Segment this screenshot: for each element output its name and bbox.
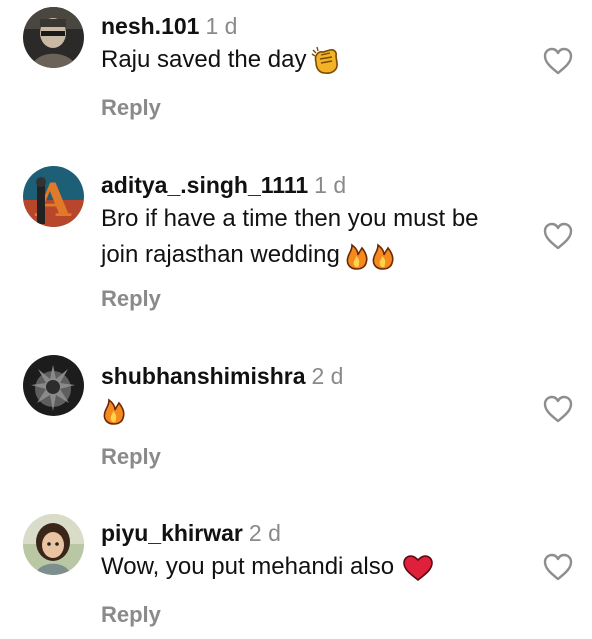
comment-meta: shubhanshimishra 2 d	[101, 362, 522, 390]
avatar[interactable]: A	[23, 166, 84, 227]
username[interactable]: shubhanshimishra	[101, 363, 305, 389]
comment-meta: nesh.101 1 d	[101, 12, 522, 40]
avatar[interactable]	[23, 514, 84, 575]
username[interactable]: nesh.101	[101, 13, 199, 39]
comment-body: shubhanshimishra 2 d	[101, 362, 522, 428]
like-heart-icon[interactable]	[542, 552, 574, 582]
reply-button[interactable]: Reply	[101, 95, 161, 121]
reply-button[interactable]: Reply	[101, 444, 161, 470]
timestamp: 1 d	[314, 172, 347, 198]
timestamp: 2 d	[311, 363, 344, 389]
username[interactable]: piyu_khirwar	[101, 520, 243, 546]
reply-button[interactable]: Reply	[101, 602, 161, 628]
comment-text-line: Bro if have a time then you must be	[101, 205, 479, 232]
comment-text: Bro if have a time then you must be join…	[101, 201, 522, 273]
comment-text: Raju saved the day	[101, 42, 522, 78]
timestamp: 1 d	[205, 13, 238, 39]
fire-icon	[101, 396, 129, 426]
timestamp: 2 d	[248, 520, 281, 546]
red-heart-icon	[402, 554, 434, 582]
like-heart-icon[interactable]	[542, 221, 574, 251]
avatar[interactable]	[23, 7, 84, 68]
reply-button[interactable]: Reply	[101, 286, 161, 312]
comment-body: nesh.101 1 d Raju saved the day	[101, 12, 522, 78]
username[interactable]: aditya_.singh_1111	[101, 172, 308, 198]
comment-body: piyu_khirwar 2 d Wow, you put mehandi als…	[101, 519, 522, 585]
comment-meta: piyu_khirwar 2 d	[101, 519, 522, 547]
clapping-hands-icon	[310, 46, 342, 76]
comment-text: Wow, you put mehandi also	[101, 549, 522, 585]
comment-text-line-wrap: join rajasthan wedding	[101, 237, 522, 273]
fire-icon	[344, 241, 396, 271]
like-heart-icon[interactable]	[542, 394, 574, 424]
avatar[interactable]	[23, 355, 84, 416]
comment-text	[101, 392, 522, 428]
like-heart-icon[interactable]	[542, 46, 574, 76]
comment-meta: aditya_.singh_1111 1 d	[101, 171, 522, 199]
comment-text-content: Wow, you put mehandi also	[101, 553, 395, 580]
comment-text-content: Raju saved the day	[101, 46, 307, 73]
comment-body: aditya_.singh_1111 1 d Bro if have a time…	[101, 171, 522, 273]
comment-text-line: join rajasthan wedding	[101, 241, 340, 268]
